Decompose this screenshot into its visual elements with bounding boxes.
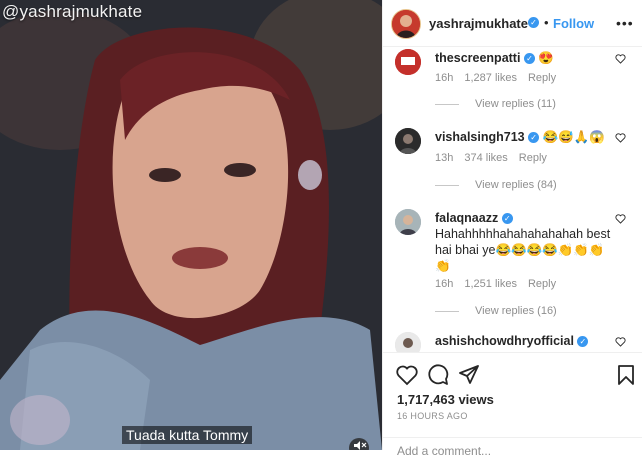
video-watermark: @yashrajmukhate [2,2,143,21]
ellipsis-icon[interactable]: ••• [616,15,634,31]
comment-text: falaqnaazz ✓ Hahahhhhhahahahahahah best h… [435,210,613,274]
comment-likes[interactable]: 374 likes [464,152,507,164]
commenter-avatar[interactable] [395,49,421,75]
comment-message: 😍 [538,51,554,65]
comment-message: 😂😅🙏😱 [542,130,605,144]
post-actions: 1,717,463 views 16 HOURS AGO Add a comme… [383,352,642,458]
post-timestamp: 16 HOURS AGO [397,411,468,421]
commenter-username[interactable]: ashishchowdhryofficial [435,334,574,348]
comment-message: Hahahhhhhahahahahahah best hai bhai ye😂😂… [435,227,611,273]
commenter-username[interactable]: vishalsingh713 [435,130,525,144]
header-separator: • [544,15,549,30]
comment-text: ashishchowdhryofficial ✓ [435,333,613,349]
verified-badge-icon: ✓ [501,213,513,225]
comment-text: thescreenpatti ✓ 😍 [435,50,613,66]
comment-meta: 16h 1,287 likes Reply [435,72,567,84]
paper-plane-icon[interactable] [457,363,481,387]
reply-button[interactable]: Reply [528,278,556,290]
add-comment-placeholder: Add a comment... [397,444,492,458]
commenter-avatar[interactable] [395,332,421,352]
author-avatar[interactable] [391,9,421,39]
heart-icon[interactable] [615,133,626,143]
verified-badge-icon: ✓ [577,336,589,348]
author-username[interactable]: yashrajmukhate [429,16,528,31]
comment-meta: 16h 1,251 likes Reply [435,278,567,290]
verified-badge-icon: ✓ [528,17,539,28]
view-replies-button[interactable]: View replies (11) [435,98,556,110]
reply-button[interactable]: Reply [519,152,547,164]
heart-icon[interactable] [615,214,626,224]
commenter-username[interactable]: thescreenpatti [435,51,520,65]
view-replies-button[interactable]: View replies (84) [435,179,557,191]
comments-list[interactable]: thescreenpatti ✓ 😍 16h 1,287 likes Reply V… [383,47,642,352]
heart-icon[interactable] [615,337,626,347]
comment-time: 16h [435,278,454,290]
comment-text: vishalsingh713 ✓ 😂😅🙏😱 [435,129,613,145]
view-count[interactable]: 1,717,463 views [397,392,494,407]
comment-time: 13h [435,152,454,164]
commenter-avatar[interactable] [395,128,421,154]
commenter-avatar[interactable] [395,209,421,235]
video-subtitle: Tuada kutta Tommy [122,426,253,444]
post-side-panel: yashrajmukhate ✓ • Follow ••• thescreenp… [382,0,642,458]
post-header: yashrajmukhate ✓ • Follow ••• [383,0,642,47]
heart-icon[interactable] [395,363,419,387]
commenter-username[interactable]: falaqnaazz [435,211,498,225]
view-replies-button[interactable]: View replies (16) [435,305,557,317]
bookmark-icon[interactable] [614,363,638,387]
follow-button[interactable]: Follow [553,16,594,31]
verified-badge-icon: ✓ [523,53,535,65]
video-player[interactable]: @yashrajmukhate Tuada kutta Tommy [0,0,382,450]
video-frame [0,0,382,450]
comment-likes[interactable]: 1,287 likes [464,72,517,84]
comment-meta: 13h 374 likes Reply [435,152,558,164]
heart-icon[interactable] [615,54,626,64]
comment-bubble-icon[interactable] [426,363,450,387]
verified-badge-icon: ✓ [528,132,540,144]
reply-button[interactable]: Reply [528,72,556,84]
muted-speaker-icon[interactable] [349,438,369,450]
comment-time: 16h [435,72,454,84]
comment-likes[interactable]: 1,251 likes [464,278,517,290]
